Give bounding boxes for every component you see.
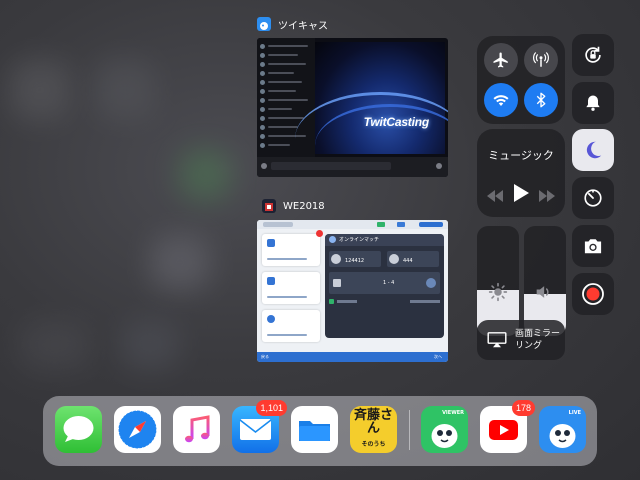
we2018-app-icon: [262, 199, 276, 213]
dock-app-saito-san[interactable]: 斉藤さん そのうち: [350, 406, 397, 453]
app-preview-screenshot[interactable]: オンラインマッチ 124412 444 1 - 4 戻る 次へ: [257, 220, 448, 362]
twitcasting-app-icon: [257, 17, 271, 31]
live-tag: LIVE: [568, 410, 581, 416]
play-button[interactable]: [514, 184, 529, 206]
bluetooth-icon: [536, 92, 546, 108]
dock-app-safari[interactable]: [114, 406, 161, 453]
saito-san-title: 斉藤さん: [353, 408, 393, 436]
wifi-toggle[interactable]: [484, 83, 518, 117]
app-card-twitcasting[interactable]: ツイキャス TwitCasting: [257, 14, 448, 178]
dock-separator: [409, 410, 410, 450]
play-icon: [514, 184, 529, 202]
camera-icon: [584, 239, 602, 254]
menu-card: [262, 230, 323, 266]
screen-recording-button[interactable]: [572, 273, 614, 315]
fast-forward-icon: [539, 190, 555, 202]
camera-button[interactable]: [572, 225, 614, 267]
online-match-panel: オンラインマッチ 124412 444 1 - 4: [325, 234, 444, 338]
twitcasting-logo: TwitCasting: [363, 115, 430, 129]
bottom-nav-bar: 戻る 次へ: [257, 352, 448, 362]
music-icon: [185, 415, 210, 443]
silent-mode-button[interactable]: [572, 82, 614, 124]
saito-san-subtitle: そのうち: [361, 441, 386, 448]
bluetooth-toggle[interactable]: [524, 83, 558, 117]
status-header: [257, 220, 448, 229]
rewind-button[interactable]: [487, 187, 503, 206]
airplane-mode-toggle[interactable]: [484, 43, 518, 77]
match-result-row: 1 - 4: [329, 272, 440, 294]
app-title: WE2018: [283, 200, 325, 212]
youtube-badge: 178: [511, 400, 535, 416]
wifi-icon: [493, 95, 509, 106]
orientation-lock-button[interactable]: [572, 34, 614, 76]
screen-mirroring-label: 画面ミラーリング: [515, 329, 561, 351]
rotation-lock-icon: [585, 46, 601, 63]
video-preview: TwitCasting: [295, 42, 448, 154]
music-title: ミュージック: [488, 149, 554, 162]
record-icon: [582, 283, 604, 305]
rewind-icon: [487, 190, 503, 202]
panel-title: オンラインマッチ: [339, 237, 380, 243]
antenna-icon: [533, 52, 549, 67]
cellular-data-toggle[interactable]: [524, 43, 558, 77]
speaker-icon: [536, 286, 549, 298]
dock-app-mail[interactable]: 1,101: [232, 400, 287, 453]
moon-icon: [586, 141, 602, 159]
dock-app-files[interactable]: [291, 406, 338, 453]
stat-value: 124412: [345, 258, 365, 264]
do-not-disturb-button[interactable]: [572, 129, 614, 171]
app-preview-screenshot[interactable]: TwitCasting: [257, 38, 448, 177]
match-score: 1 - 4: [383, 280, 395, 286]
back-label: 戻る: [261, 354, 269, 359]
dock-app-youtube[interactable]: 178: [480, 400, 535, 453]
safari-icon: [118, 410, 157, 449]
app-card-header: WE2018: [262, 196, 325, 216]
menu-card: [262, 310, 320, 342]
viewer-tag: VIEWER: [442, 410, 464, 416]
dock: 1,101 斉藤さん そのうち VIEWER 178 LIVE: [43, 396, 597, 466]
sun-icon: [488, 282, 508, 302]
files-icon: [299, 421, 330, 441]
dock-app-messages[interactable]: [55, 406, 102, 453]
saito-san-icon: 斉藤さん そのうち: [350, 406, 397, 453]
dock-app-twitcasting-live[interactable]: LIVE: [539, 406, 586, 453]
comment-input-bar: [257, 157, 448, 177]
timer-icon: [584, 189, 602, 207]
stat-value: 444: [403, 258, 413, 264]
screen-mirroring-icon: [487, 332, 507, 348]
fast-forward-button[interactable]: [539, 187, 555, 206]
menu-card: [262, 272, 320, 304]
next-label: 次へ: [434, 354, 442, 359]
app-card-we2018[interactable]: WE2018 オンラインマッチ 124412 444 1 - 4 戻る 次へ: [257, 196, 453, 366]
screen-mirroring-button[interactable]: 画面ミラーリング: [477, 320, 565, 360]
mail-badge: 1,101: [256, 400, 287, 416]
airplane-icon: [493, 52, 508, 68]
dock-app-music[interactable]: [173, 406, 220, 453]
timer-button[interactable]: [572, 177, 614, 219]
app-card-header: ツイキャス: [257, 14, 328, 34]
dock-app-twitcasting-viewer[interactable]: VIEWER: [421, 406, 468, 453]
music-module[interactable]: ミュージック: [477, 129, 565, 217]
connectivity-module: [477, 36, 565, 124]
messages-icon: [63, 416, 94, 442]
app-title: ツイキャス: [278, 20, 328, 32]
bell-icon: [586, 95, 600, 111]
